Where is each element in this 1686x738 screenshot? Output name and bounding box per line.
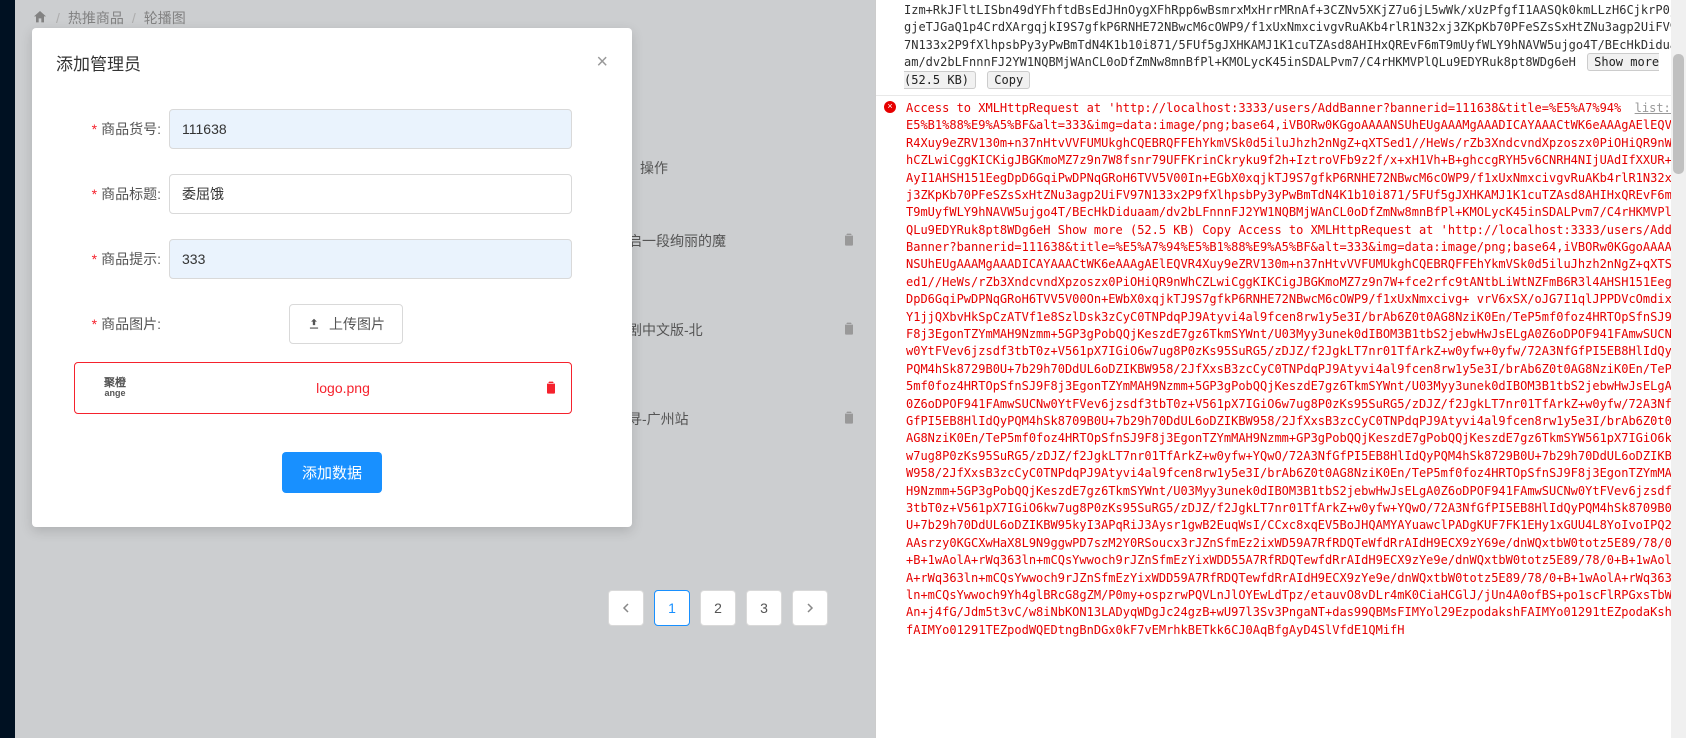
file-thumbnail: 聚橙 ange (87, 373, 143, 403)
upload-icon (307, 317, 321, 331)
trash-icon[interactable] (841, 409, 857, 428)
devtools-console: Izm+RkJFltLISbn49dYFhftdBsEdJHnOygXFhRpp… (875, 0, 1686, 738)
error-icon: × (884, 101, 896, 113)
scrollbar-thumb[interactable] (1673, 54, 1684, 174)
console-log-entry: Izm+RkJFltLISbn49dYFhftdBsEdJHnOygXFhRpp… (876, 0, 1686, 96)
error-message: Access to XMLHttpRequest at 'http://loca… (884, 100, 1678, 639)
app-left-panel: / 热推商品 / 轮播图 操作 启一段绚丽的魔 剧中文版-北 寻-广州站 1 2… (0, 0, 875, 738)
add-admin-modal: 添加管理员 × *商品货号: *商品标题: *商品提示: *商品图片: (32, 28, 632, 527)
delete-file-button[interactable] (543, 379, 559, 398)
label-sku: *商品货号: (74, 119, 169, 139)
bg-table: 操作 启一段绚丽的魔 剧中文版-北 寻-广州站 (620, 140, 865, 463)
hint-input[interactable] (169, 239, 572, 279)
page-next[interactable] (792, 590, 828, 626)
copy-button[interactable]: Copy (987, 71, 1030, 89)
file-name: logo.png (143, 380, 543, 396)
page-prev[interactable] (608, 590, 644, 626)
table-row: 剧中文版-北 (620, 285, 865, 374)
label-title: *商品标题: (74, 184, 169, 204)
title-input[interactable] (169, 174, 572, 214)
table-row: 启一段绚丽的魔 (620, 196, 865, 285)
upload-button[interactable]: 上传图片 (289, 304, 403, 344)
table-header-op: 操作 (620, 140, 865, 196)
sku-input[interactable] (169, 109, 572, 149)
page-1[interactable]: 1 (654, 590, 690, 626)
console-error-entry: × list:1 Access to XMLHttpRequest at 'ht… (876, 96, 1686, 643)
modal-title: 添加管理员 (56, 50, 141, 75)
submit-button[interactable]: 添加数据 (282, 452, 382, 493)
page-3[interactable]: 3 (746, 590, 782, 626)
pagination: 1 2 3 (608, 590, 828, 626)
trash-icon[interactable] (841, 231, 857, 250)
label-image: *商品图片: (74, 304, 169, 334)
page-2[interactable]: 2 (700, 590, 736, 626)
table-row: 寻-广州站 (620, 374, 865, 463)
uploaded-file-box: 聚橙 ange logo.png (74, 362, 572, 414)
close-icon[interactable]: × (596, 51, 608, 74)
label-hint: *商品提示: (74, 249, 169, 269)
trash-icon[interactable] (841, 320, 857, 339)
